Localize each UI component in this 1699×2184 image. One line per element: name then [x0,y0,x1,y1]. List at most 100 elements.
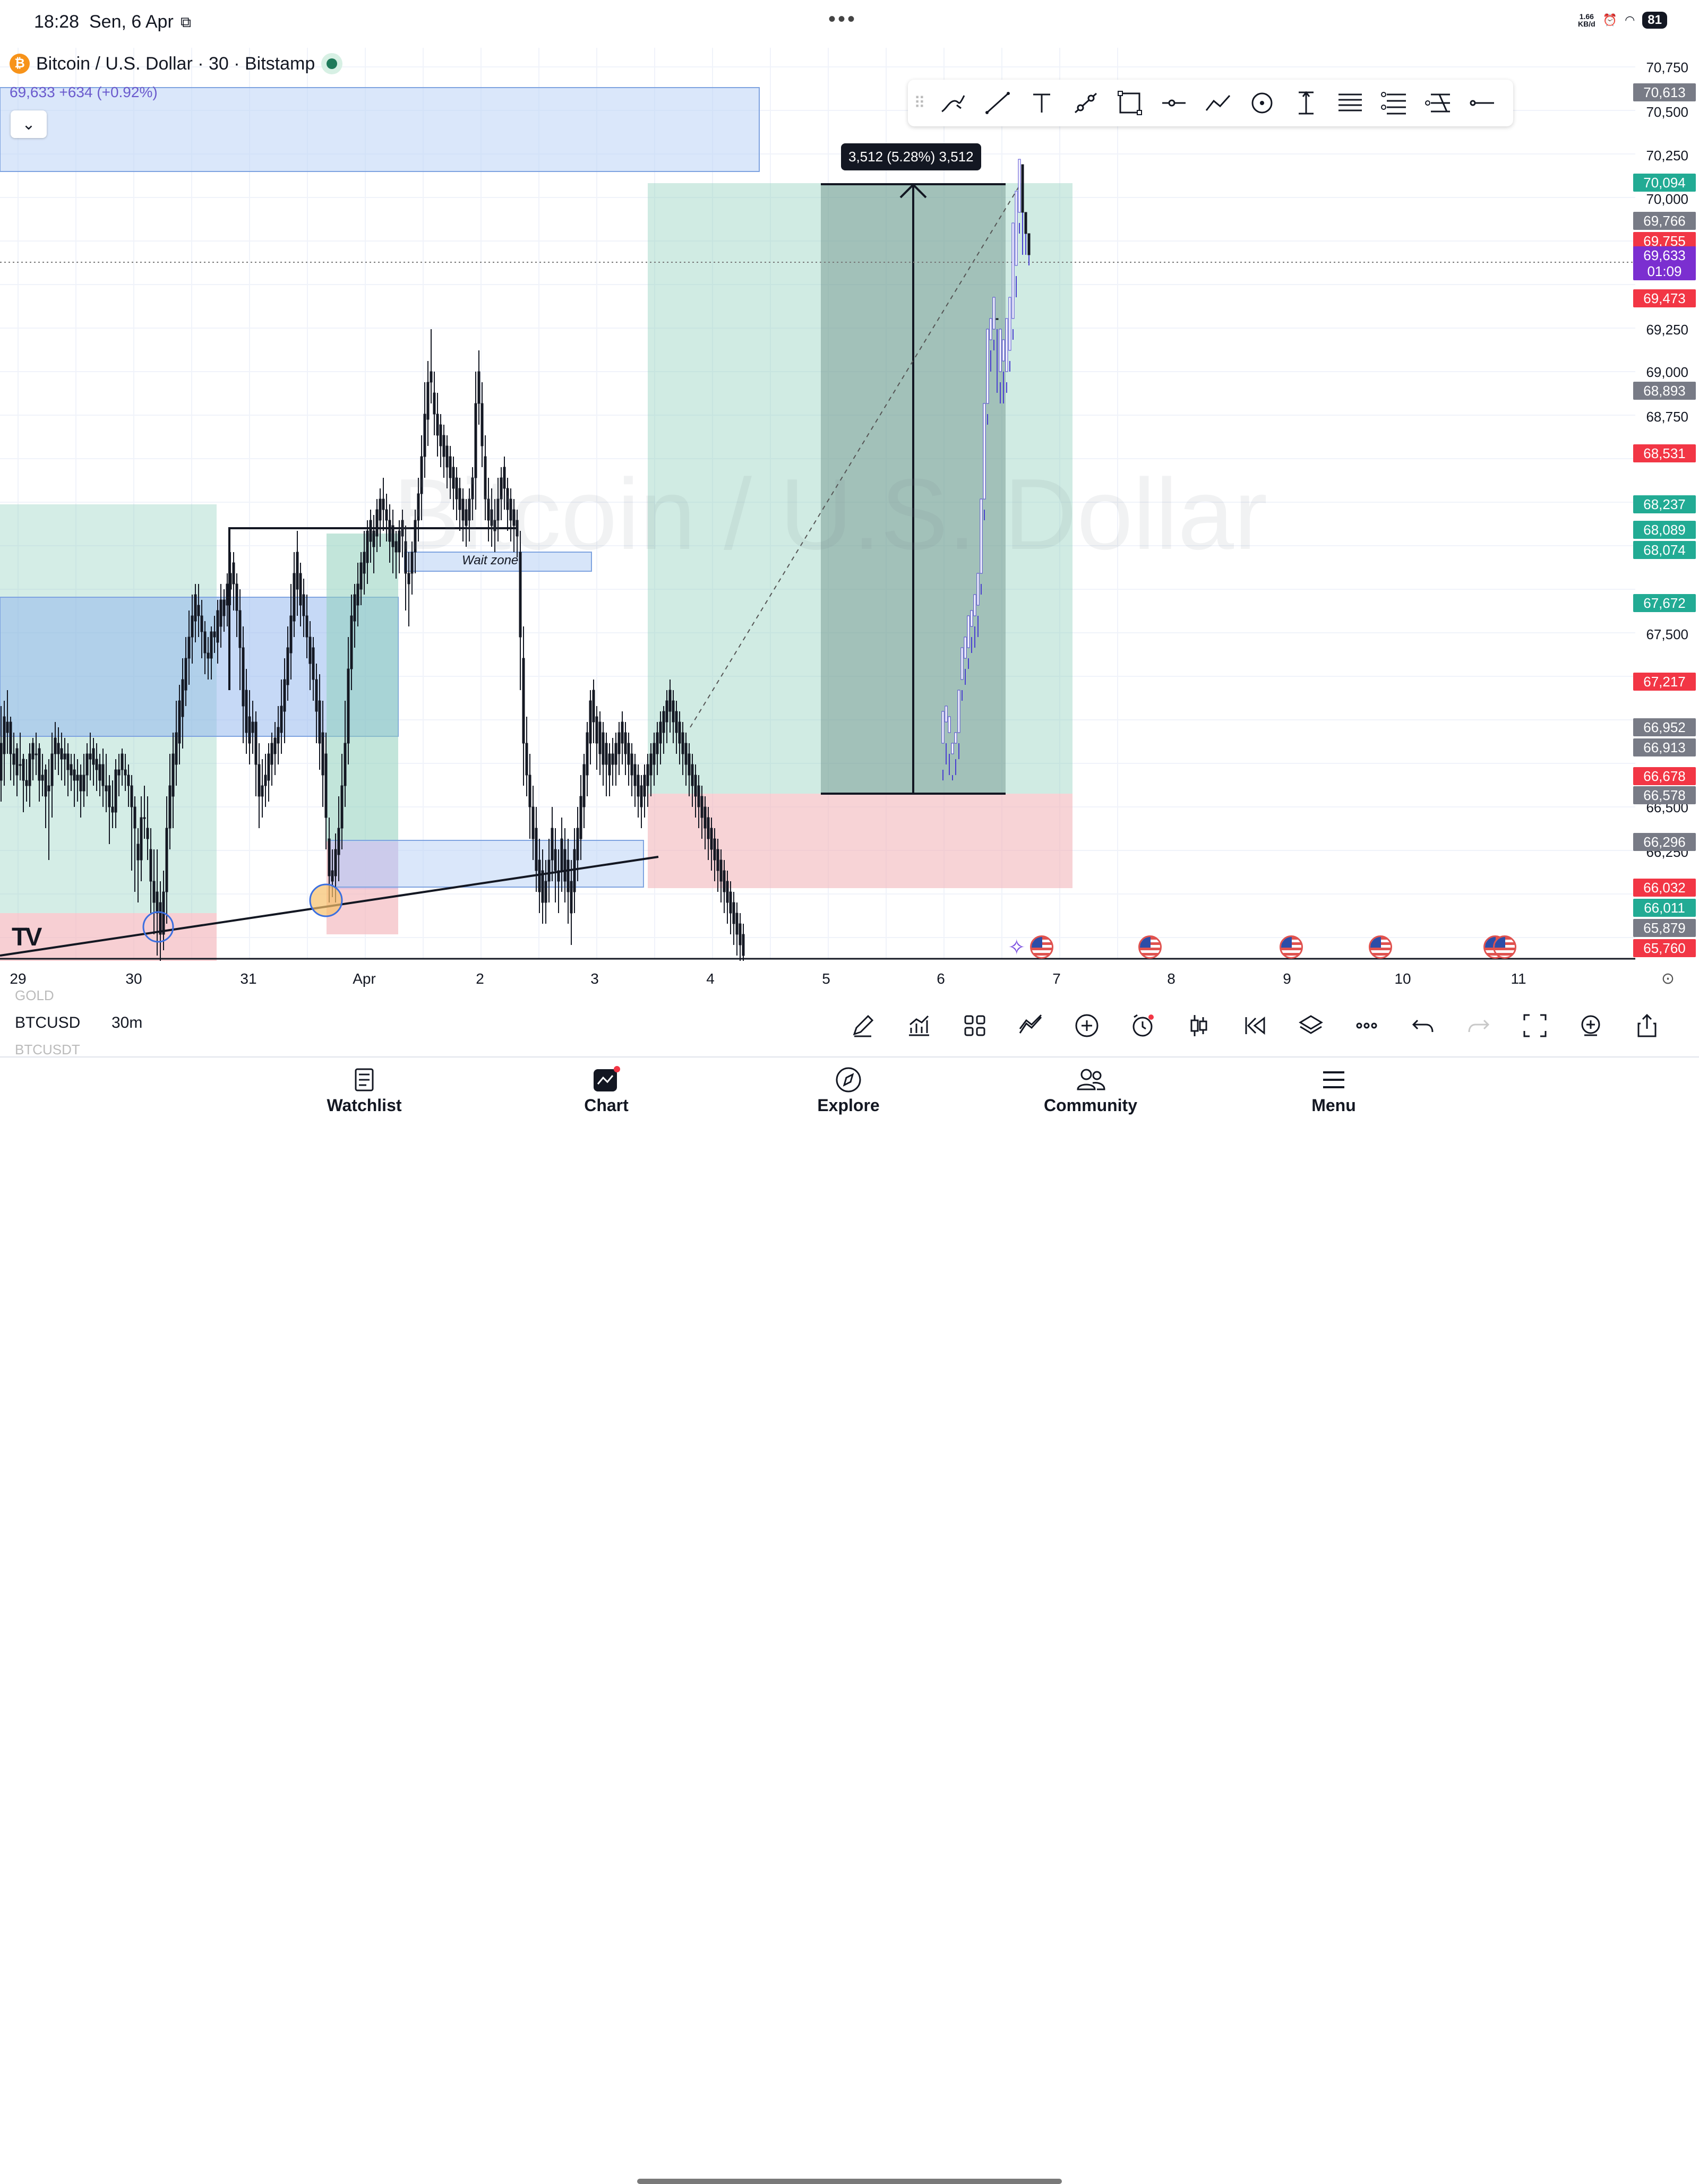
rectangle-tool-icon[interactable] [1108,80,1152,126]
brush-tool-icon[interactable] [931,80,975,126]
candle [423,382,426,478]
text-tool-icon[interactable] [1019,80,1063,126]
fib-retracement-icon[interactable] [1372,80,1416,126]
price-tag: 68,531 [1633,444,1696,462]
home-indicator[interactable] [637,2179,1062,2184]
price-tag: 66,952 [1633,718,1696,736]
bitcoin-icon: ₿ [10,54,30,74]
candle [264,754,267,807]
market-status-icon[interactable] [321,53,343,74]
price-tag: 67,672 [1633,594,1696,612]
bar-style-icon[interactable] [1171,1007,1227,1045]
candle [506,478,509,531]
parallel-lines-icon[interactable] [1328,80,1372,126]
candle [445,435,449,488]
symbol-header[interactable]: ₿ Bitcoin / U.S. Dollar · 30 · Bitstamp [10,53,343,74]
candle [586,722,589,796]
candle [630,743,633,796]
replay-icon[interactable] [1227,1007,1283,1045]
symbol-title[interactable]: Bitcoin / U.S. Dollar · 30 · Bitstamp [36,54,315,74]
candle [516,510,519,557]
sparkle-icon[interactable]: ✧ [1008,935,1026,960]
price-tick-label: 69,250 [1646,322,1688,338]
price-tag: 65,879 [1633,919,1696,937]
candle [430,329,433,403]
new-item-icon[interactable] [1563,1007,1619,1045]
candle [735,902,739,956]
price-tick-label: 69,000 [1646,364,1688,380]
candle [582,754,586,828]
price-tag: 66,011 [1633,899,1696,917]
layouts-icon[interactable] [947,1007,1003,1045]
tab-chart[interactable]: Chart [543,1064,670,1115]
us-flag-icon[interactable] [1280,935,1303,959]
ray-tool-icon[interactable] [1063,80,1108,126]
candle [254,711,258,796]
horizontal-line-icon[interactable] [1460,80,1504,126]
tab-community[interactable]: Community [1027,1064,1154,1115]
compare-icon[interactable] [1003,1007,1059,1045]
candle [484,435,487,520]
us-flag-icon[interactable] [1369,935,1392,959]
tab-explore[interactable]: Explore [785,1064,912,1115]
price-tag: 68,893 [1633,382,1696,400]
compass-icon [785,1064,912,1096]
candle [589,690,592,764]
candle [496,478,500,541]
time-tick-label: 7 [1052,970,1061,987]
candle [739,913,742,961]
price-chart[interactable] [0,0,1635,961]
candle [404,526,407,611]
alert-icon[interactable] [1115,1007,1171,1045]
candle [608,743,611,796]
axis-settings-icon[interactable]: ⊙ [1661,969,1675,988]
candle [267,743,270,802]
us-flag-icon[interactable] [1493,935,1516,959]
candle [490,488,493,547]
redo-icon[interactable] [1451,1007,1507,1045]
bar-countdown: 01:09 [1647,263,1682,279]
pencil-icon[interactable] [835,1007,891,1045]
undo-icon[interactable] [1395,1007,1451,1045]
price-tag: 69,766 [1633,212,1696,230]
indicators-icon[interactable] [891,1007,947,1045]
symbol-previous[interactable]: GOLD [15,987,54,1004]
candle [627,733,630,786]
price-change: 69,633 +634 (+0.92%) [10,84,158,100]
us-flag-icon[interactable] [1138,935,1162,959]
tab-menu[interactable]: Menu [1270,1064,1397,1115]
candle [465,499,468,547]
layers-icon[interactable] [1283,1007,1339,1045]
price-tick-label: 70,250 [1646,148,1688,164]
us-flag-icon[interactable] [1030,935,1053,959]
candle [270,733,273,786]
drag-handle-icon[interactable]: ⠿ [908,94,931,113]
interval-selector[interactable]: 30m [111,1014,142,1032]
path-tool-icon[interactable] [1196,80,1240,126]
price-tag: 66,678 [1633,767,1696,785]
symbol-next[interactable]: BTCUSDT [15,1042,80,1058]
symbol-current[interactable]: BTCUSD [15,1014,80,1032]
tab-watchlist[interactable]: Watchlist [301,1064,428,1115]
time-tick-label: 11 [1511,970,1526,987]
candle [261,759,264,818]
price-range-icon[interactable] [1284,80,1328,126]
chevron-down-icon[interactable]: ⌄ [11,110,47,138]
trend-line-icon[interactable] [975,80,1019,126]
candle [598,711,602,775]
horizontal-ray-icon[interactable] [1152,80,1196,126]
candle [417,478,420,541]
bottom-tab-bar: Watchlist Chart Explore Community Menu [0,1056,1699,2184]
candle [519,531,522,690]
share-icon[interactable] [1619,1007,1675,1045]
price-tick-label: 70,000 [1646,191,1688,207]
fullscreen-icon[interactable] [1507,1007,1563,1045]
time-tick-label: 29 [10,970,27,987]
candle [742,924,745,961]
more-icon[interactable] [1339,1007,1395,1045]
add-icon[interactable] [1059,1007,1115,1045]
candle [509,488,512,541]
pitchfork-icon[interactable] [1416,80,1460,126]
price-tick-label: 68,750 [1646,409,1688,425]
circle-tool-icon[interactable] [1240,80,1284,126]
